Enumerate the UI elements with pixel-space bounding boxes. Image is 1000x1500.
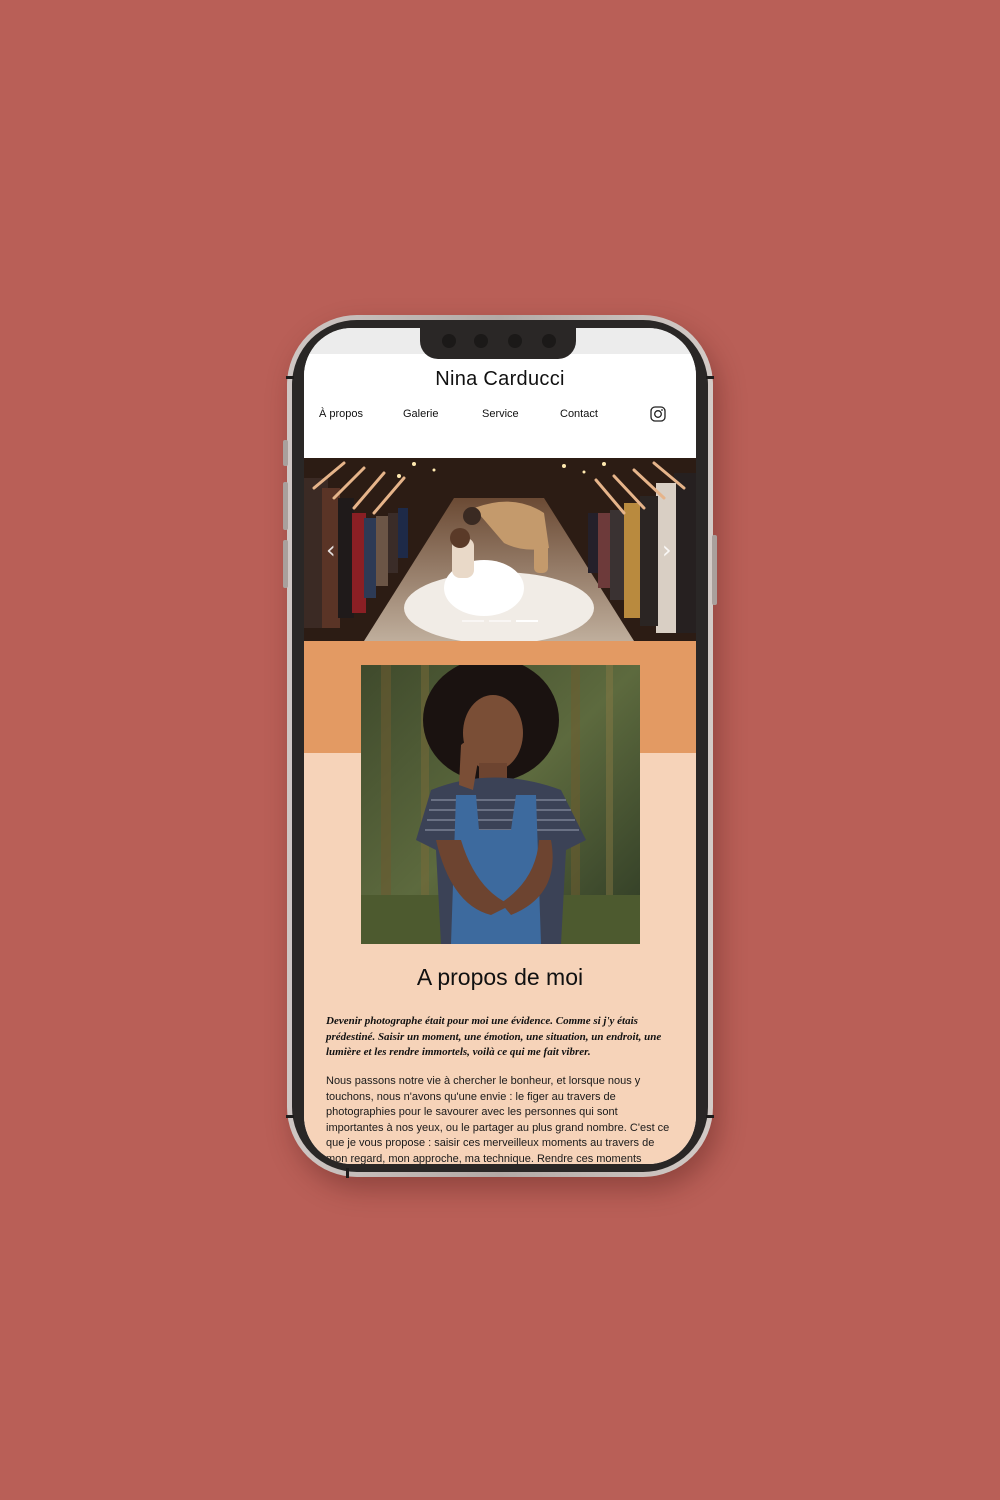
nav-item-about[interactable]: À propos (319, 408, 363, 420)
antenna-band (346, 1168, 349, 1178)
phone-side-button (283, 540, 288, 588)
chevron-right-icon[interactable]: › (662, 536, 672, 564)
main-nav: À propos Galerie Service Contact (304, 408, 696, 428)
about-title: A propos de moi (416, 964, 584, 990)
antenna-band (706, 1115, 714, 1118)
chevron-left-icon[interactable]: ‹ (326, 536, 336, 564)
phone-screen: Nina Carducci À propos Galerie Service C… (304, 328, 696, 1164)
antenna-band (286, 376, 294, 379)
phone-side-button (283, 440, 288, 466)
carousel-indicators (462, 620, 542, 623)
antenna-band (706, 376, 714, 379)
wedding-photo (304, 458, 696, 641)
site-header: Nina Carducci À propos Galerie Service C… (304, 354, 696, 458)
carousel-indicator[interactable] (489, 620, 511, 622)
instagram-icon[interactable] (650, 406, 666, 422)
phone-side-button (712, 535, 717, 605)
nav-item-gallery[interactable]: Galerie (403, 408, 438, 420)
phone-side-button (283, 482, 288, 530)
antenna-band (286, 1115, 294, 1118)
site-title[interactable]: Nina Carducci (304, 368, 696, 391)
portrait-photo (361, 665, 640, 944)
nav-item-contact[interactable]: Contact (560, 408, 598, 420)
about-intro: Devenir photographe était pour moi une é… (326, 1015, 662, 1058)
nav-item-service[interactable]: Service (482, 408, 519, 420)
hero-carousel[interactable]: ‹ › (304, 458, 696, 641)
about-body-text: Nous passons notre vie à chercher le bon… (326, 1075, 670, 1164)
carousel-indicator-active[interactable] (516, 620, 538, 622)
phone-notch (420, 328, 576, 359)
carousel-indicator[interactable] (462, 620, 484, 622)
